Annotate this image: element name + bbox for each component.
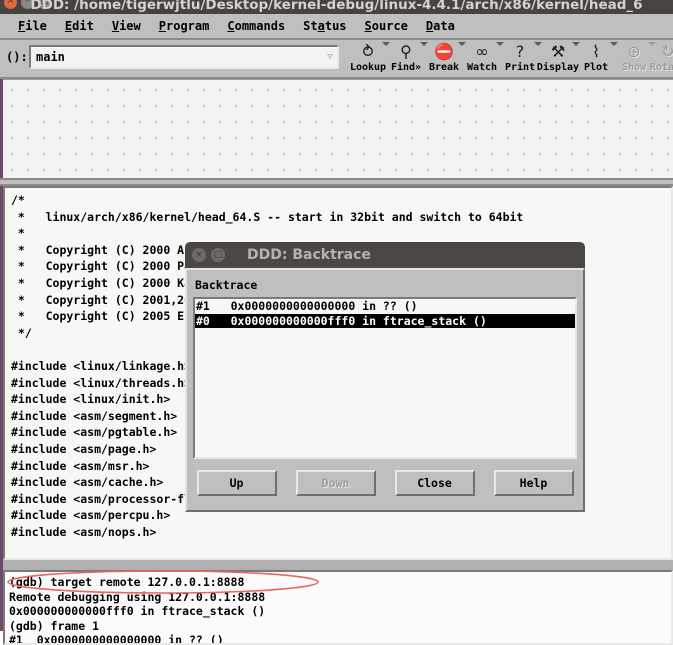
argument-input[interactable]: main — [31, 50, 323, 64]
backtrace-dialog-titlebar[interactable]: × □ DDD: Backtrace — [185, 242, 585, 268]
down-button: Down — [295, 470, 376, 496]
backtrace-maximize-glyph: □ — [213, 250, 223, 260]
console-line: Remote debugging using 127.0.0.1:8888 — [9, 589, 266, 604]
source-line[interactable]: /* — [11, 192, 671, 209]
pane-separator[interactable] — [0, 178, 673, 186]
ddd-application: File Edit View Program Commands Status S… — [0, 14, 673, 645]
up-button[interactable]: Up — [196, 470, 277, 496]
source-line[interactable]: * — [11, 225, 671, 242]
backtrace-dialog-body: Backtrace #1 0x0000000000000000 in ?? ()… — [185, 268, 585, 512]
menu-view[interactable]: View — [103, 17, 150, 35]
backtrace-list-label: Backtrace — [195, 278, 258, 292]
console-line: 0x000000000000fff0 in ftrace_stack () — [9, 604, 266, 619]
menu-edit[interactable]: Edit — [56, 17, 103, 35]
rotate-icon: ↻ — [645, 42, 673, 62]
backtrace-window-controls: × □ — [192, 248, 225, 262]
backtrace-frame-row[interactable]: #1 0x0000000000000000 in ?? () — [195, 299, 575, 314]
close-button[interactable]: Close — [394, 470, 475, 496]
chevron-down-icon[interactable]: ▽ — [323, 47, 337, 67]
console-line: #1 0x0000000000000000 in ?? () — [9, 633, 224, 645]
argument-prompt-label: (): — [6, 50, 28, 64]
backtrace-dialog-title: DDD: Backtrace — [247, 247, 371, 263]
toolbar-button-rotate: ↻Rotate — [645, 42, 673, 77]
tool-bar: (): main ▽ ⥁ Lookup ⚲ Find» ⛔ Break ∞ Watch? Pri… — [0, 40, 673, 79]
source-line[interactable] — [11, 540, 671, 557]
backtrace-close-glyph: × — [195, 250, 203, 260]
backtrace-maximize-icon[interactable]: □ — [211, 248, 225, 262]
data-graph-pane[interactable] — [3, 79, 673, 178]
menu-program[interactable]: Program — [150, 17, 219, 35]
backtrace-frame-row[interactable]: #0 0x000000000000fff0 in ftrace_stack () — [195, 313, 575, 328]
backtrace-dialog: × □ DDD: Backtrace Backtrace #1 0x000000… — [185, 242, 585, 512]
help-button[interactable]: Help — [493, 470, 574, 496]
menu-commands[interactable]: Commands — [218, 17, 294, 35]
console-line: (gdb) frame 1 — [9, 618, 100, 633]
menu-status[interactable]: Status — [294, 17, 355, 35]
menu-file[interactable]: File — [9, 17, 56, 35]
source-line[interactable]: #ifdef CONFIG_PARAVIRT — [11, 557, 671, 558]
source-line[interactable]: #include <asm/nops.h> — [11, 524, 671, 541]
window-title: DDD: /home/tigerwjtlu/Desktop/kernel-deb… — [30, 0, 643, 13]
menu-source[interactable]: Source — [356, 17, 417, 35]
menu-bar: File Edit View Program Commands Status S… — [0, 14, 673, 40]
toolbar-button-label: Rotate — [649, 62, 673, 73]
menu-list: File Edit View Program Commands Status S… — [0, 14, 673, 38]
os-window-titlebar: × – □ DDD: /home/tigerwjtlu/Desktop/kern… — [0, 0, 673, 14]
backtrace-dialog-buttons: Up Down Close Help — [187, 470, 583, 496]
gdb-console-pane[interactable]: (gdb) target remote 127.0.0.1:8888 Remote… — [3, 570, 673, 645]
console-line: (gdb) target remote 127.0.0.1:8888 — [9, 575, 245, 589]
backtrace-frame-list[interactable]: #1 0x0000000000000000 in ?? () #0 0x00000… — [193, 297, 577, 459]
backtrace-close-icon[interactable]: × — [192, 248, 206, 262]
menu-data[interactable]: Data — [417, 17, 464, 35]
source-line[interactable]: * linux/arch/x86/kernel/head_64.S -- sta… — [11, 209, 671, 226]
argument-combo-box[interactable]: main ▽ — [29, 45, 339, 69]
